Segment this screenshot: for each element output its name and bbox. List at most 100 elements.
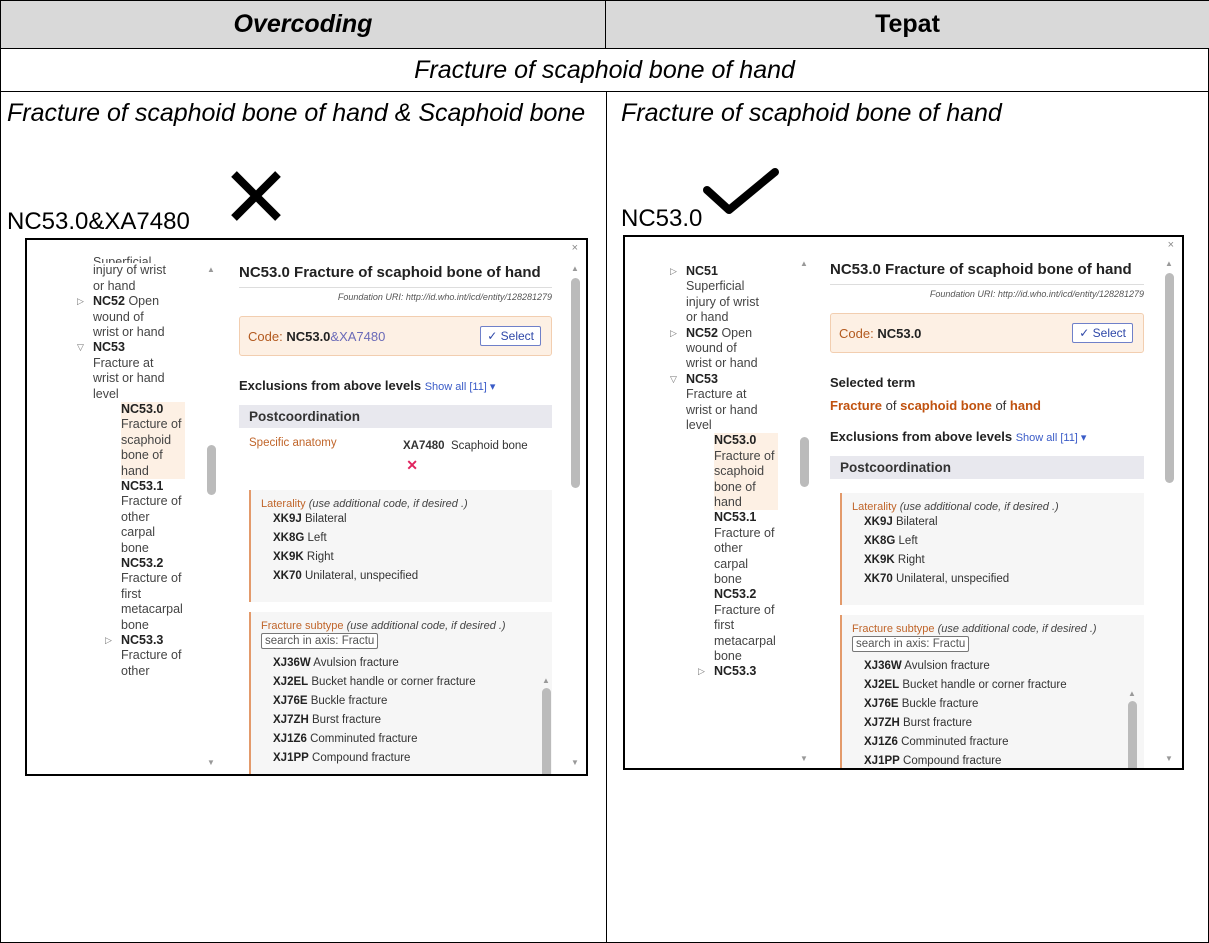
axis-option[interactable]: XJ1PP Compound fracture bbox=[273, 749, 542, 768]
tree-node-code[interactable]: NC53.3 bbox=[121, 633, 163, 647]
selected-term-value: Fracture of scaphoid bone of hand bbox=[830, 398, 1144, 413]
tree-node-nc53-0[interactable]: NC53.0 bbox=[121, 402, 185, 418]
axis-search-input[interactable]: search in axis: Fractu bbox=[852, 636, 969, 652]
exclusions-heading: Exclusions from above levels Show all [1… bbox=[830, 429, 1144, 444]
axis-option[interactable]: XJ7ZH Burst fracture bbox=[864, 714, 1134, 733]
tree-node-nc51[interactable]: NC51 bbox=[686, 264, 786, 279]
tree-node-nc52[interactable]: NC52 Open bbox=[93, 294, 193, 309]
axis-option[interactable]: XJ36W Avulsion fracture bbox=[864, 657, 1134, 676]
scroll-down-icon[interactable]: ▼ bbox=[1165, 754, 1173, 763]
tree-node-code[interactable]: NC52 bbox=[686, 326, 718, 340]
collapsed-triangle-icon[interactable]: ▷ bbox=[670, 328, 677, 339]
tree-node-nc53[interactable]: NC53 bbox=[93, 340, 193, 355]
anatomy-value: XA7480 Scaphoid bone ✕ bbox=[403, 437, 533, 477]
panel-scrollbar[interactable] bbox=[1165, 273, 1174, 483]
axis-option[interactable]: XJ2EL Bucket handle or corner fracture bbox=[864, 676, 1134, 695]
axis-option[interactable]: XJ1Z6 Comminuted fracture bbox=[273, 730, 542, 749]
tree-node-code[interactable]: NC53 bbox=[686, 372, 718, 386]
axis-option[interactable]: XK8G Left bbox=[273, 529, 542, 548]
tree-node-nc52[interactable]: NC52 Open bbox=[686, 326, 786, 341]
select-button[interactable]: ✓ Select bbox=[1072, 323, 1133, 343]
collapsed-triangle-icon[interactable]: ▷ bbox=[77, 296, 84, 307]
option-code: XJ36W bbox=[864, 660, 902, 672]
tree-node-nc53-2[interactable]: NC53.2 bbox=[121, 556, 221, 571]
axis-option[interactable]: XK9J Bilateral bbox=[864, 513, 1134, 532]
scroll-up-icon[interactable]: ▲ bbox=[1165, 259, 1173, 268]
tree-node-code[interactable]: NC53.0 bbox=[121, 402, 163, 416]
scroll-up-icon[interactable]: ▲ bbox=[571, 264, 579, 273]
tree-node-nc53[interactable]: NC53 bbox=[686, 372, 786, 387]
collapsed-triangle-icon[interactable]: ▷ bbox=[670, 266, 677, 277]
tree-node-text: bone of bbox=[121, 448, 185, 464]
axis-scrollbar[interactable] bbox=[1128, 701, 1137, 768]
scroll-down-icon[interactable]: ▼ bbox=[800, 754, 808, 763]
scroll-up-icon[interactable]: ▲ bbox=[800, 259, 808, 268]
expanded-triangle-icon[interactable]: ▽ bbox=[670, 374, 677, 385]
tree-node-text: wrist or hand bbox=[93, 371, 193, 386]
tree-node-nc53-3[interactable]: NC53.3 bbox=[121, 633, 221, 648]
scroll-down-icon[interactable]: ▼ bbox=[207, 758, 215, 767]
scroll-down-icon[interactable]: ▼ bbox=[571, 758, 579, 767]
scroll-up-icon[interactable]: ▲ bbox=[1128, 689, 1136, 698]
axis-option[interactable]: XK9J Bilateral bbox=[273, 510, 542, 529]
axis-option[interactable]: XK8G Left bbox=[864, 532, 1134, 551]
tree-node-code[interactable]: NC53.1 bbox=[121, 479, 163, 493]
tree-node-code[interactable]: NC53.0 bbox=[714, 433, 756, 447]
tree-node-code[interactable]: NC53.3 bbox=[714, 664, 756, 678]
tree-node-text: wound of bbox=[93, 310, 193, 325]
select-button[interactable]: ✓ Select bbox=[480, 326, 541, 346]
tree-node-label: carpal bbox=[714, 556, 749, 571]
tree-node-text: bone bbox=[121, 618, 221, 633]
axis-option[interactable]: XJ76E Buckle fracture bbox=[864, 695, 1134, 714]
axis-search-input[interactable]: search in axis: Fractu bbox=[261, 633, 378, 649]
option-code: XJ7ZH bbox=[273, 714, 309, 726]
axis-option[interactable]: XK70 Unilateral, unspecified bbox=[273, 567, 542, 586]
tree-node-code[interactable]: NC52 bbox=[93, 294, 125, 308]
fracture-subtype-list: XJ36W Avulsion fracture XJ2EL Bucket hand… bbox=[852, 657, 1134, 768]
option-code: XK70 bbox=[273, 570, 302, 582]
show-all-link[interactable]: Show all [11] ▾ bbox=[1016, 432, 1087, 444]
axis-option[interactable]: XJ1Z6 Comminuted fracture bbox=[864, 733, 1134, 752]
axis-option[interactable]: XJ2EL Bucket handle or corner fracture bbox=[273, 673, 542, 692]
tree-node-label: wrist or hand bbox=[93, 371, 165, 386]
axis-option[interactable]: XJ1PP Compound fracture bbox=[864, 752, 1134, 768]
tree-node-code[interactable]: NC53.1 bbox=[714, 510, 756, 524]
tree-node-text: carpal bbox=[714, 557, 814, 572]
axis-option[interactable]: XK9K Right bbox=[273, 548, 542, 567]
tree-node-nc53-3[interactable]: NC53.3 bbox=[714, 664, 814, 679]
tree-node-label: bone of bbox=[121, 448, 163, 463]
tree-node-label: first bbox=[714, 618, 735, 633]
panel-scrollbar[interactable] bbox=[571, 278, 580, 488]
tree-node-nc53-1[interactable]: NC53.1 bbox=[714, 510, 814, 525]
axis-option[interactable]: XJ36W Avulsion fracture bbox=[273, 654, 542, 673]
collapsed-triangle-icon[interactable]: ▷ bbox=[105, 635, 112, 646]
axis-option[interactable]: XK9K Right bbox=[864, 551, 1134, 570]
scroll-up-icon[interactable]: ▲ bbox=[207, 265, 215, 274]
tree-node-code[interactable]: NC53.2 bbox=[714, 587, 756, 601]
axis-option[interactable]: XJ7ZH Burst fracture bbox=[273, 711, 542, 730]
tree-node-nc53-1[interactable]: NC53.1 bbox=[121, 479, 221, 494]
tree-node-code[interactable]: NC53 bbox=[93, 340, 125, 354]
remove-icon[interactable]: ✕ bbox=[406, 457, 418, 473]
tree-scrollbar[interactable] bbox=[800, 437, 809, 487]
cross-icon bbox=[231, 171, 281, 221]
collapsed-triangle-icon[interactable]: ▷ bbox=[698, 666, 705, 677]
tree-node-nc53-0[interactable]: NC53.0 bbox=[714, 433, 778, 449]
left-icd-screenshot: × ▲ ▼ Superficial injury of wrist or hand N… bbox=[25, 238, 588, 776]
scroll-up-icon[interactable]: ▲ bbox=[542, 676, 550, 685]
tree-node-code[interactable]: NC53.2 bbox=[121, 556, 163, 570]
axis-scrollbar[interactable] bbox=[542, 688, 551, 774]
axis-option[interactable]: XJ76E Buckle fracture bbox=[273, 692, 542, 711]
show-all-link[interactable]: Show all [11] ▾ bbox=[425, 381, 496, 393]
expanded-triangle-icon[interactable]: ▽ bbox=[77, 342, 84, 353]
option-label: Avulsion fracture bbox=[904, 660, 990, 672]
tree-node-nc53-2[interactable]: NC53.2 bbox=[714, 587, 814, 602]
comparison-table: Overcoding Tepat Fracture of scaphoid bo… bbox=[0, 0, 1209, 943]
tree-node-code[interactable]: NC51 bbox=[686, 264, 718, 278]
tree-node-text: injury of wrist bbox=[686, 295, 786, 310]
close-icon[interactable]: × bbox=[572, 242, 578, 254]
tree-node-label: wrist or hand bbox=[686, 356, 758, 371]
axis-option[interactable]: XK70 Unilateral, unspecified bbox=[864, 570, 1134, 589]
close-icon[interactable]: × bbox=[1168, 239, 1174, 251]
laterality-list: XK9J Bilateral XK8G Left XK9K Right XK70 Un… bbox=[261, 510, 542, 586]
